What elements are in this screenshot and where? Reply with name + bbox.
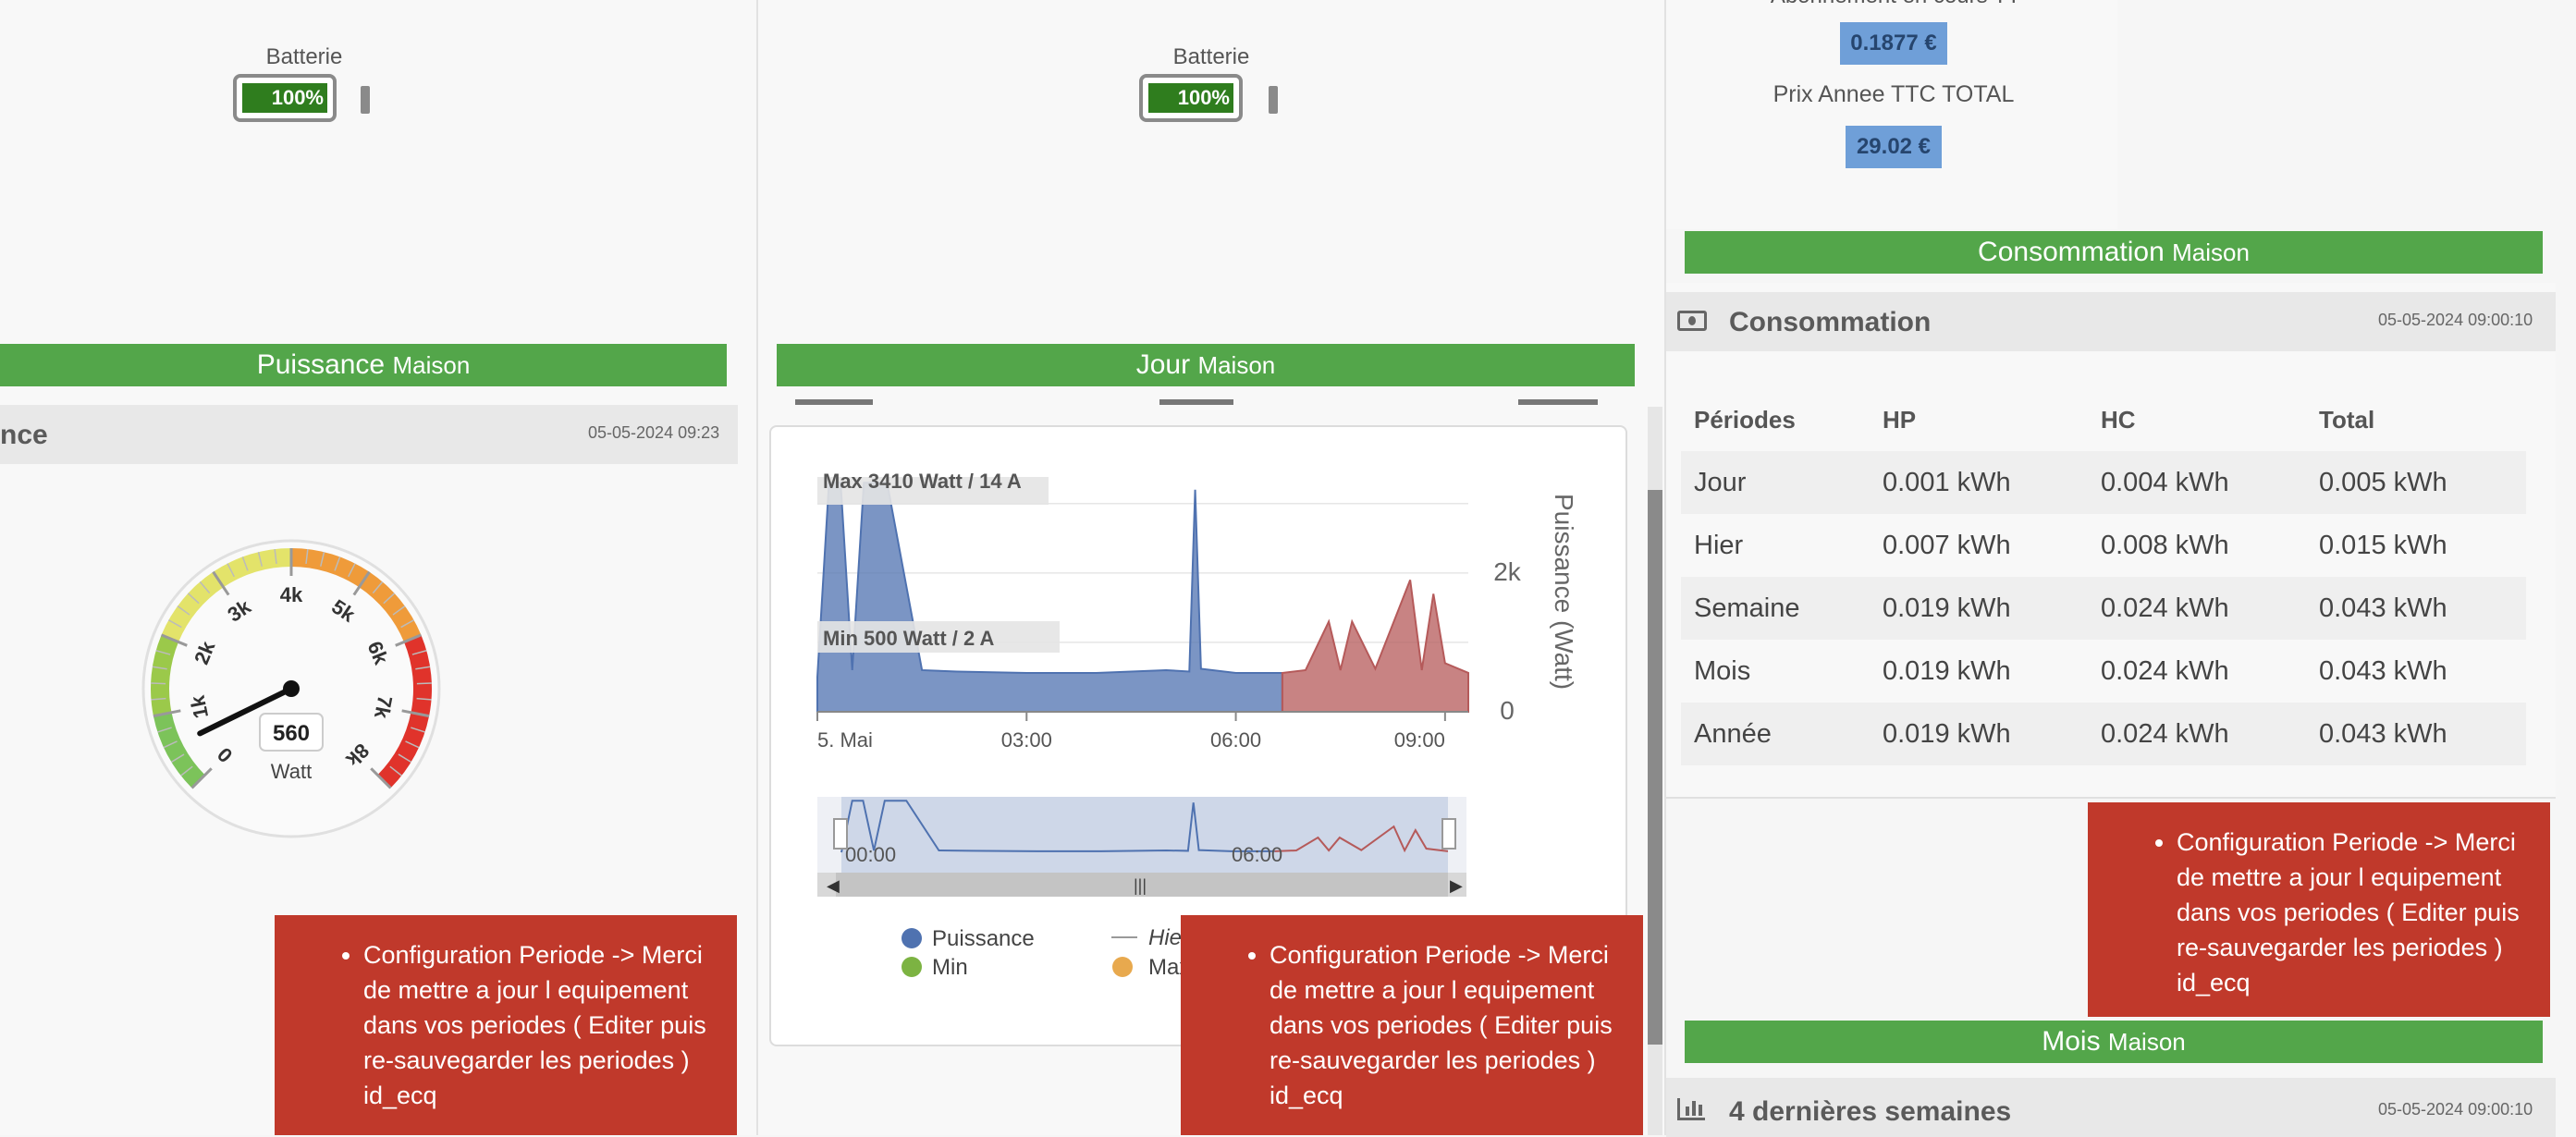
price-label: Prix Annee TTC TOTAL bbox=[1773, 81, 2015, 107]
consommation-header-bar: Consommation Maison bbox=[1685, 231, 2543, 274]
bar-subtitle: Maison bbox=[1197, 351, 1276, 379]
table-cell: 0.024 kWh bbox=[2101, 655, 2229, 686]
battery-level: 100% bbox=[242, 83, 327, 113]
panel-date: 05-05-2024 09:00:10 bbox=[2378, 311, 2533, 329]
battery-tip bbox=[1269, 86, 1278, 114]
table-row: Jour 0.001 kWh 0.004 kWh 0.005 kWh bbox=[1681, 451, 2526, 514]
jour-header-bar: Jour Maison bbox=[777, 344, 1635, 386]
bar-title: Mois bbox=[2042, 1026, 2101, 1057]
table-header: HC bbox=[2101, 405, 2136, 434]
bar-chart-icon bbox=[1677, 1098, 1705, 1120]
table-cell: 0.008 kWh bbox=[2101, 530, 2229, 560]
table-cell: 0.019 kWh bbox=[1883, 655, 2011, 686]
panel-title: Consommation bbox=[1729, 307, 1932, 337]
table-cell: Hier bbox=[1694, 530, 1744, 560]
price-caption: Abonnement en cours TT bbox=[1757, 0, 2034, 9]
battery-indicator: 100% bbox=[1139, 74, 1243, 122]
price-total-value: 29.02 € bbox=[1846, 126, 1942, 168]
config-alert: Configuration Periode -> Merci de mettre… bbox=[2088, 802, 2550, 1017]
tab-indicator bbox=[1518, 399, 1598, 405]
power-gauge: 01k2k3k 4k 5k6k7k8k 560 Watt bbox=[141, 539, 441, 838]
table-cell: 0.001 kWh bbox=[1870, 451, 2088, 514]
bar-subtitle: Maison bbox=[2107, 1028, 2186, 1056]
tab-indicator bbox=[795, 399, 873, 405]
battery-label: Batterie bbox=[1172, 44, 1250, 69]
bar-title: Consommation bbox=[1978, 237, 2165, 267]
gauge-unit: Watt bbox=[271, 760, 312, 783]
y-tick-label: 2k bbox=[1493, 557, 1522, 586]
table-cell: 0.019 kWh bbox=[1870, 577, 2088, 640]
bar-subtitle: Maison bbox=[2172, 238, 2250, 266]
legend-min: Min bbox=[932, 955, 968, 980]
table-header: Périodes bbox=[1694, 405, 1796, 434]
battery-tip bbox=[361, 86, 370, 114]
navigator-label: 06:00 bbox=[1232, 843, 1282, 866]
alert-text: Configuration Periode -> Merci de mettre… bbox=[1270, 937, 1625, 1113]
table-cell: Mois bbox=[1694, 655, 1751, 686]
table-row: Mois 0.019 kWh 0.024 kWh 0.043 kWh bbox=[1681, 640, 2526, 703]
gauge-tick bbox=[151, 682, 166, 685]
table-cell: 0.024 kWh bbox=[2088, 577, 2306, 640]
battery-label: Batterie bbox=[265, 44, 343, 69]
panel-title: nce bbox=[0, 420, 48, 450]
table-cell: Jour bbox=[1681, 451, 1870, 514]
bar-subtitle: Maison bbox=[392, 351, 471, 379]
table-cell: 0.043 kWh bbox=[2306, 577, 2526, 640]
x-tick-label: 5. Mai bbox=[817, 728, 873, 752]
table-header-row: Périodes HP HC Total bbox=[1681, 388, 2526, 451]
scroll-grip: ||| bbox=[1134, 876, 1147, 895]
table-cell: 0.015 kWh bbox=[2319, 530, 2447, 560]
table-cell: 0.004 kWh bbox=[2088, 451, 2306, 514]
legend-puissance: Puissance bbox=[932, 926, 1035, 951]
navigator-label: 00:00 bbox=[845, 843, 896, 866]
puissance-header-bar: Puissance Maison bbox=[0, 344, 727, 386]
panel-scrollbar-thumb[interactable] bbox=[1648, 490, 1662, 1045]
panel-date: 05-05-2024 09:23 bbox=[588, 423, 720, 442]
battery-level: 100% bbox=[1148, 83, 1233, 113]
section-divider bbox=[1666, 797, 2556, 799]
scroll-left-arrow: ◀ bbox=[827, 876, 840, 895]
y-tick-label: 0 bbox=[1500, 696, 1515, 725]
y-axis-label: Puissance (Watt) bbox=[1550, 494, 1578, 690]
money-icon bbox=[1677, 311, 1707, 331]
table-header: Total bbox=[2319, 405, 2375, 434]
table-cell: 0.043 kWh bbox=[2306, 703, 2526, 765]
table-cell: 0.005 kWh bbox=[2306, 451, 2526, 514]
price-value: 0.1877 € bbox=[1840, 22, 1947, 65]
max-label: Max 3410 Watt / 14 A bbox=[823, 470, 1022, 493]
table-row: Semaine 0.019 kWh 0.024 kWh 0.043 kWh bbox=[1681, 577, 2526, 640]
table-cell: Année bbox=[1681, 703, 1870, 765]
series-area bbox=[1281, 579, 1469, 713]
bar-title: Jour bbox=[1135, 349, 1191, 380]
battery-indicator: 100% bbox=[233, 74, 337, 122]
table-row: Année 0.019 kWh 0.024 kWh 0.043 kWh bbox=[1681, 703, 2526, 765]
series-area bbox=[816, 482, 1283, 713]
alert-text: Configuration Periode -> Merci de mettre… bbox=[363, 937, 718, 1113]
table-cell: 0.024 kWh bbox=[2088, 703, 2306, 765]
x-tick-label: 09:00 bbox=[1394, 728, 1445, 752]
x-tick-label: 03:00 bbox=[1001, 728, 1052, 752]
x-tick-label: 06:00 bbox=[1210, 728, 1261, 752]
gauge-tick-label: 4k bbox=[280, 583, 303, 606]
panel-date: 05-05-2024 09:00:10 bbox=[2378, 1100, 2533, 1119]
bar-title: Puissance bbox=[256, 349, 386, 380]
scroll-right-arrow: ▶ bbox=[1450, 876, 1463, 895]
alert-text: Configuration Periode -> Merci de mettre… bbox=[2177, 825, 2532, 1000]
tab-indicator bbox=[1159, 399, 1233, 405]
consommation-table: Périodes HP HC Total Jour 0.001 kWh 0.00… bbox=[1681, 388, 2526, 765]
mois-header-bar: Mois Maison bbox=[1685, 1021, 2543, 1063]
min-label: Min 500 Watt / 2 A bbox=[823, 627, 995, 650]
table-row: Hier 0.007 kWh 0.008 kWh 0.015 kWh bbox=[1681, 514, 2526, 577]
table-header: HP bbox=[1883, 405, 1917, 434]
gauge-tick bbox=[416, 682, 432, 685]
panel-title: 4 dernières semaines bbox=[1729, 1096, 2012, 1127]
config-alert: Configuration Periode -> Merci de mettre… bbox=[1181, 915, 1643, 1135]
table-cell: Semaine bbox=[1681, 577, 1870, 640]
panel-scrollbar-track[interactable] bbox=[1648, 407, 1662, 1135]
config-alert: Configuration Periode -> Merci de mettre… bbox=[275, 915, 737, 1135]
table-cell: 0.043 kWh bbox=[2319, 655, 2447, 686]
gauge-value: 560 bbox=[273, 721, 310, 746]
table-cell: 0.019 kWh bbox=[1870, 703, 2088, 765]
table-cell: 0.007 kWh bbox=[1883, 530, 2011, 560]
